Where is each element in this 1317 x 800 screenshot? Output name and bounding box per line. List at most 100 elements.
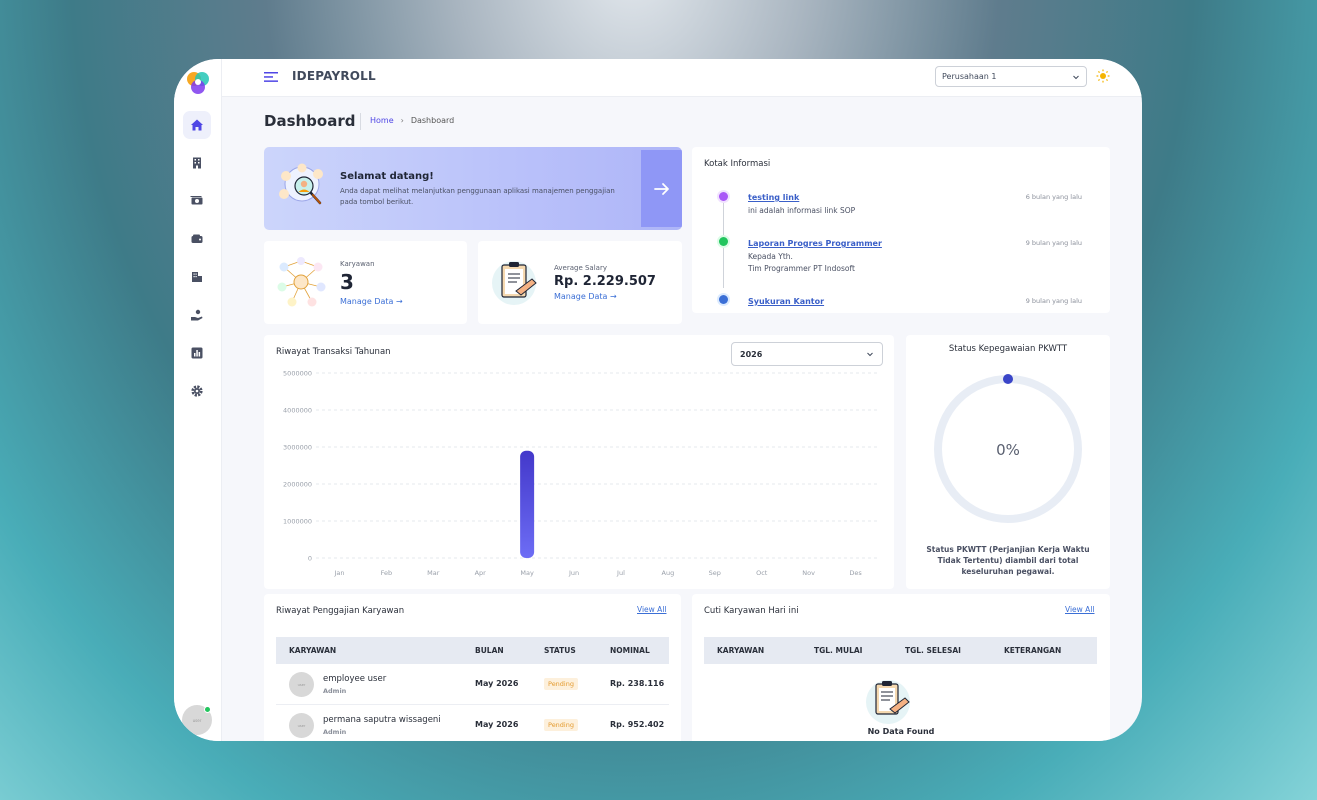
payroll-title: Riwayat Penggajian Karyawan bbox=[276, 606, 405, 616]
team-search-illustration-icon bbox=[279, 163, 323, 205]
theme-toggle-sun-icon[interactable] bbox=[1096, 69, 1110, 83]
column-header: TGL. SELESAI bbox=[905, 646, 961, 655]
employee-name: permana saputra wissageni bbox=[323, 715, 441, 725]
x-tick-label: Nov bbox=[802, 569, 815, 577]
bar-chart: 0 1000000 2000000 3000000 4000000 5000000 Jan F… bbox=[283, 370, 879, 577]
employees-manage-link[interactable]: Manage Data → bbox=[340, 297, 403, 306]
building-icon bbox=[193, 157, 201, 169]
sidebar-item-company[interactable] bbox=[183, 263, 211, 291]
pkwtt-caption: Status PKWTT (Perjanjian Kerja Waktu Tid… bbox=[926, 545, 1090, 576]
info-item-title[interactable]: Syukuran Kantor bbox=[748, 297, 824, 306]
sidebar-item-settings[interactable] bbox=[183, 377, 211, 405]
y-tick-label: 3000000 bbox=[283, 444, 312, 452]
employees-value: 3 bbox=[340, 270, 354, 294]
leave-today-card: Cuti Karyawan Hari ini View All KARYAWAN… bbox=[692, 594, 1110, 741]
y-tick-label: 5000000 bbox=[283, 370, 312, 378]
employee-name: employee user bbox=[323, 674, 387, 684]
column-header: KARYAWAN bbox=[289, 646, 337, 655]
column-header: KETERANGAN bbox=[1004, 646, 1062, 655]
avatar: user bbox=[289, 713, 314, 738]
timeline-dot-purple bbox=[719, 192, 728, 201]
stat-card-employees: Karyawan 3 Manage Data → bbox=[264, 241, 467, 324]
pkwtt-percent-value: 0% bbox=[996, 441, 1020, 459]
welcome-banner: Selamat datang! Anda dapat melihat melan… bbox=[264, 147, 682, 230]
x-tick-label: Jan bbox=[333, 569, 344, 577]
table-row[interactable]: user permana saputra wissageni Admin May… bbox=[276, 705, 669, 741]
welcome-continue-button[interactable] bbox=[641, 150, 682, 227]
sidebar-item-hand-coin[interactable] bbox=[183, 301, 211, 329]
payroll-month: May 2026 bbox=[475, 679, 519, 688]
sidebar-item-home[interactable] bbox=[183, 111, 211, 139]
x-tick-label: Sep bbox=[709, 569, 721, 577]
breadcrumb-home-link[interactable]: Home bbox=[370, 116, 394, 125]
employee-role: Admin bbox=[323, 687, 347, 695]
sidebar: user bbox=[174, 59, 222, 741]
breadcrumb: Home › Dashboard bbox=[370, 116, 454, 125]
chevron-right-icon: › bbox=[400, 116, 404, 125]
column-header: NOMINAL bbox=[610, 646, 650, 655]
transaction-chart-card: Riwayat Transaksi Tahunan 2026 0 1000000 2… bbox=[264, 335, 894, 589]
y-tick-label: 4000000 bbox=[283, 407, 312, 415]
money-icon bbox=[190, 196, 203, 205]
info-box-title: Kotak Informasi bbox=[704, 159, 771, 169]
avatar: user bbox=[289, 672, 314, 697]
hamburger-menu-icon[interactable] bbox=[264, 70, 278, 84]
status-badge: Pending bbox=[544, 719, 578, 731]
chevron-down-icon bbox=[1073, 75, 1079, 79]
avatar-placeholder-text: user bbox=[297, 682, 306, 687]
clipboard-salary-icon bbox=[492, 261, 537, 305]
arrow-right-icon bbox=[653, 182, 669, 195]
x-tick-label: Jul bbox=[616, 569, 625, 577]
payroll-history-card: Riwayat Penggajian Karyawan View All KAR… bbox=[264, 594, 681, 741]
gear-icon bbox=[191, 385, 203, 397]
leave-title: Cuti Karyawan Hari ini bbox=[704, 606, 799, 616]
pkwtt-status-card: Status Kepegawaian PKWTT 0% Status PKWTT… bbox=[906, 335, 1110, 589]
employee-network-icon bbox=[277, 257, 326, 307]
company-icon bbox=[192, 272, 202, 282]
sidebar-item-wallet[interactable] bbox=[183, 225, 211, 253]
x-tick-label: Feb bbox=[381, 569, 393, 577]
y-tick-label: 0 bbox=[308, 555, 312, 563]
timeline-dot-green bbox=[719, 237, 728, 246]
stat-card-average-salary: Average Salary Rp. 2.229.507 Manage Data… bbox=[478, 241, 682, 324]
info-item-body: Tim Programmer PT Indosoft bbox=[748, 264, 855, 273]
info-item-body: ini adalah informasi link SOP bbox=[748, 206, 856, 215]
leave-table-header: KARYAWAN TGL. MULAI TGL. SELESAI KETERAN… bbox=[704, 637, 1097, 664]
column-header: KARYAWAN bbox=[717, 646, 765, 655]
app-logo-icon[interactable] bbox=[184, 69, 212, 97]
sidebar-item-report[interactable] bbox=[183, 339, 211, 367]
info-box-card: Kotak Informasi testing link ini adalah … bbox=[692, 147, 1110, 313]
wallet-icon bbox=[191, 234, 203, 243]
x-tick-label: May bbox=[520, 569, 534, 577]
payroll-view-all-link[interactable]: View All bbox=[637, 605, 666, 614]
payroll-table-header: KARYAWAN BULAN STATUS NOMINAL bbox=[276, 637, 669, 664]
column-header: BULAN bbox=[475, 646, 504, 655]
welcome-title: Selamat datang! bbox=[340, 171, 434, 182]
average-salary-manage-link[interactable]: Manage Data → bbox=[554, 292, 617, 301]
column-header: STATUS bbox=[544, 646, 576, 655]
x-tick-label: Oct bbox=[756, 569, 768, 577]
app-brand: IDEPAYROLL bbox=[292, 69, 376, 83]
report-icon bbox=[191, 347, 203, 359]
y-tick-label: 2000000 bbox=[283, 481, 312, 489]
page-title: Dashboard bbox=[264, 112, 356, 130]
info-item-title[interactable]: Laporan Progres Programmer bbox=[748, 239, 882, 248]
avatar-placeholder-text: user bbox=[297, 723, 306, 728]
payroll-amount: Rp. 238.116 bbox=[610, 679, 665, 688]
company-select[interactable]: Perusahaan 1 bbox=[935, 66, 1087, 87]
donut-progress-marker bbox=[1003, 374, 1013, 384]
avatar-placeholder-text: user bbox=[192, 717, 202, 723]
table-row[interactable]: user employee user Admin May 2026 Pendin… bbox=[276, 664, 669, 705]
company-select-value: Perusahaan 1 bbox=[942, 72, 997, 81]
status-badge: Pending bbox=[544, 678, 578, 690]
sidebar-item-money[interactable] bbox=[183, 187, 211, 215]
sidebar-item-building[interactable] bbox=[183, 149, 211, 177]
hand-coin-icon bbox=[191, 309, 203, 321]
online-status-dot bbox=[204, 706, 211, 713]
info-item-title[interactable]: testing link bbox=[748, 193, 799, 202]
payroll-amount: Rp. 952.402 bbox=[610, 720, 665, 729]
clipboard-empty-icon bbox=[866, 680, 910, 724]
y-tick-label: 1000000 bbox=[283, 518, 312, 526]
leave-view-all-link[interactable]: View All bbox=[1065, 605, 1094, 614]
column-header: TGL. MULAI bbox=[814, 646, 863, 655]
